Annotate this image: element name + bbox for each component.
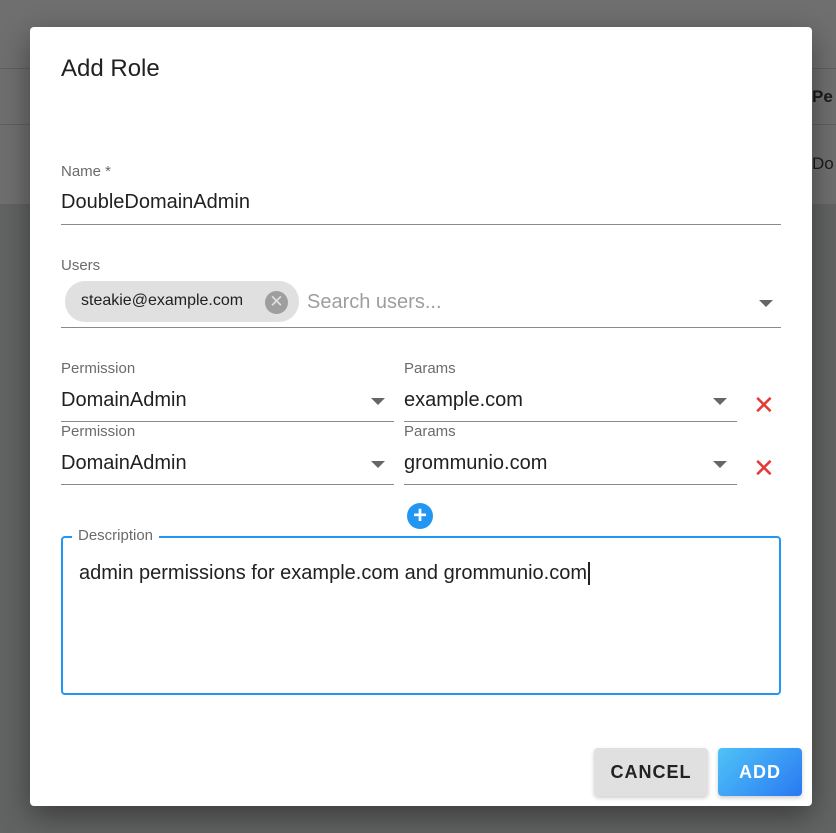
user-chip-label: steakie@example.com <box>81 292 244 309</box>
permission-label: Permission <box>61 360 136 377</box>
permission-dropdown-icon[interactable] <box>371 398 385 405</box>
params-underline <box>404 484 737 485</box>
user-chip[interactable]: steakie@example.com <box>65 281 299 322</box>
bg-header-text: Pe <box>812 87 833 106</box>
params-label: Params <box>404 423 456 440</box>
description-textarea[interactable] <box>61 536 781 695</box>
bg-row-text: Do <box>812 154 834 173</box>
params-dropdown-icon[interactable] <box>713 461 727 468</box>
description-label: Description <box>72 527 160 544</box>
params-select[interactable]: grommunio.com <box>404 452 547 475</box>
permission-underline <box>61 421 394 422</box>
params-underline <box>404 421 737 422</box>
permission-underline <box>61 484 394 485</box>
delete-permission-icon[interactable]: ✕ <box>753 392 775 418</box>
description-text: admin permissions for example.com and gr… <box>79 562 590 585</box>
name-input[interactable]: DoubleDomainAdmin <box>61 191 250 214</box>
params-dropdown-icon[interactable] <box>713 398 727 405</box>
cancel-button[interactable]: CANCEL <box>594 748 708 796</box>
permission-select[interactable]: DomainAdmin <box>61 389 187 412</box>
permission-dropdown-icon[interactable] <box>371 461 385 468</box>
name-underline <box>61 224 781 225</box>
add-button[interactable]: ADD <box>718 748 802 796</box>
add-role-dialog: Add Role Name * DoubleDomainAdmin Users … <box>30 27 812 806</box>
permission-label: Permission <box>61 423 136 440</box>
dialog-title: Add Role <box>61 55 160 82</box>
users-dropdown-icon[interactable] <box>759 300 773 307</box>
params-select[interactable]: example.com <box>404 389 523 412</box>
chip-remove-icon[interactable]: ✕ <box>265 291 288 314</box>
permission-select[interactable]: DomainAdmin <box>61 452 187 475</box>
name-label: Name * <box>61 163 112 180</box>
delete-permission-icon[interactable]: ✕ <box>753 455 775 481</box>
add-permission-icon[interactable]: + <box>407 503 433 529</box>
params-label: Params <box>404 360 456 377</box>
users-search-input[interactable]: Search users... <box>307 291 442 314</box>
users-label: Users <box>61 257 101 274</box>
users-underline <box>61 327 781 328</box>
